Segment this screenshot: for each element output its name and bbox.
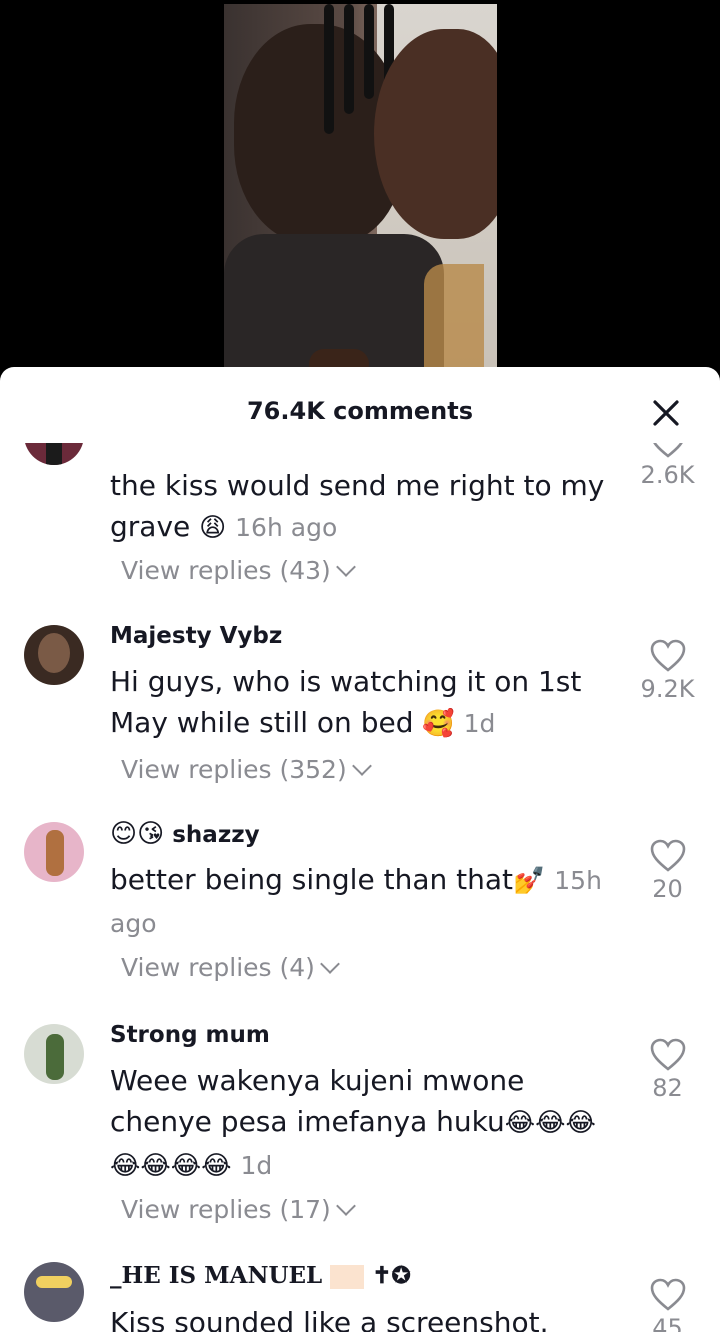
chevron-down-icon: [351, 756, 372, 776]
chevron-down-icon: [335, 1196, 356, 1216]
video-hair: [364, 4, 374, 99]
comments-list[interactable]: the kiss would send me right to my grave…: [0, 443, 720, 1332]
like-count: 9.2K: [640, 675, 695, 703]
heart-icon: [650, 1278, 685, 1311]
view-replies-link[interactable]: View replies (17): [121, 1195, 356, 1224]
avatar[interactable]: [24, 625, 84, 685]
comment-username[interactable]: Majesty Vybz: [110, 623, 282, 649]
comment-text: Weee wakenya kujeni mwone chenye pesa im…: [110, 1064, 596, 1181]
view-replies-link[interactable]: View replies (43): [121, 556, 356, 585]
video-hair: [344, 4, 354, 114]
avatar[interactable]: [24, 443, 84, 465]
like-button[interactable]: 9.2K: [630, 639, 705, 703]
view-replies-link[interactable]: View replies (352): [121, 755, 372, 784]
comment-username[interactable]: 😊😘 shazzy: [110, 819, 260, 849]
view-replies-link[interactable]: View replies (4): [121, 953, 340, 982]
heart-icon: [650, 639, 685, 672]
comment-text: the kiss would send me right to my grave…: [110, 469, 605, 543]
like-count: 2.6K: [640, 461, 695, 489]
comment-username[interactable]: Strong mum: [110, 1022, 270, 1048]
video-clothing-pattern: [424, 264, 484, 368]
like-count: 45: [652, 1314, 683, 1332]
comment-text: Kiss sounded like a screenshot.: [110, 1306, 549, 1332]
chevron-down-icon: [335, 557, 356, 577]
video-hand: [309, 349, 369, 368]
like-button[interactable]: 82: [630, 1038, 705, 1102]
video-shirt: [224, 234, 444, 368]
comments-sheet: 76.4K comments the kiss would send me ri…: [0, 367, 720, 1332]
video-thumbnail[interactable]: [224, 4, 497, 368]
chevron-down-icon: [320, 954, 340, 974]
heart-icon: [650, 839, 685, 872]
like-button[interactable]: 45: [630, 1278, 705, 1332]
avatar[interactable]: [24, 822, 84, 882]
comment-text: Hi guys, who is watching it on 1st May w…: [110, 665, 582, 739]
avatar[interactable]: [24, 1024, 84, 1084]
like-count: 20: [652, 875, 683, 903]
comments-count-title: 76.4K comments: [246, 397, 474, 425]
heart-icon: [652, 443, 683, 458]
like-button[interactable]: 2.6K: [630, 443, 705, 489]
video-hair: [324, 4, 334, 134]
avatar[interactable]: [24, 1262, 84, 1322]
close-icon[interactable]: [652, 399, 680, 427]
heart-icon: [650, 1038, 685, 1071]
comment-text: better being single than that💅 15h ago: [110, 863, 602, 938]
like-count: 82: [652, 1074, 683, 1102]
comment-username[interactable]: _HE IS MANUEL ✝✪: [110, 1262, 411, 1289]
like-button[interactable]: 20: [630, 839, 705, 903]
